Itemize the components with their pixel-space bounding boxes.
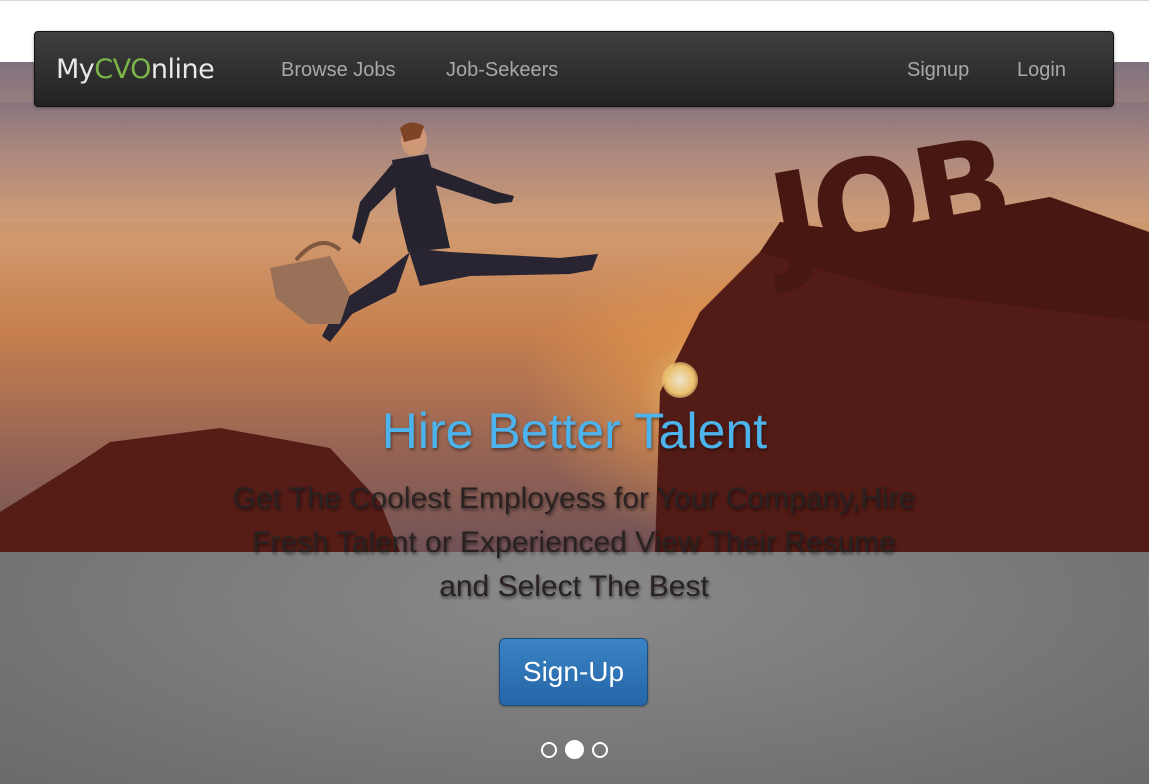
brand-logo-part-nline: nline (150, 54, 215, 85)
nav-link-signup[interactable]: Signup (907, 58, 969, 82)
brand-logo[interactable]: MyCVOnline (56, 52, 215, 88)
carousel-indicators (0, 740, 1149, 760)
signup-cta-button[interactable]: Sign-Up (499, 638, 648, 706)
carousel-indicator-3[interactable] (592, 741, 608, 758)
brand-logo-part-cvo: CVO (94, 54, 151, 85)
top-navbar: MyCVOnline Browse Jobs Job-Sekeers Signu… (34, 31, 1114, 107)
brand-logo-part-my: My (56, 54, 95, 85)
carousel-indicator-2[interactable] (565, 740, 584, 759)
nav-link-browse-jobs[interactable]: Browse Jobs (281, 58, 396, 82)
nav-link-job-seekers[interactable]: Job-Sekeers (446, 58, 558, 82)
hero-subtext: Get The Coolest Employess for Your Compa… (232, 482, 916, 603)
carousel-indicator-1[interactable] (541, 741, 557, 758)
nav-link-login[interactable]: Login (1017, 58, 1066, 82)
hero-headline: Hire Better Talent (381, 403, 768, 459)
